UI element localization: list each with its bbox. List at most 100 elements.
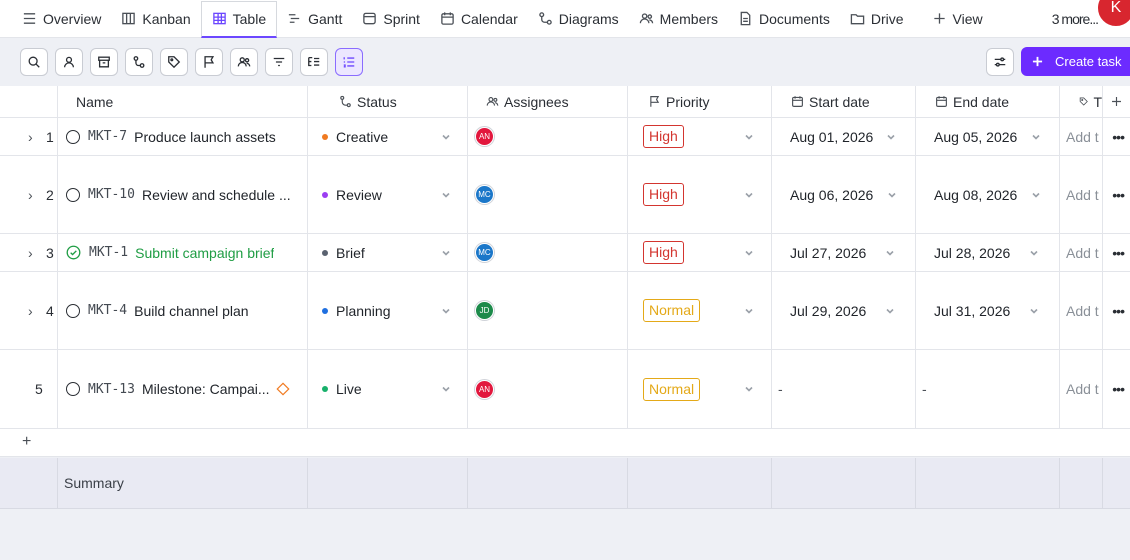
- end-date-cell[interactable]: Jul 31, 2026: [916, 272, 1060, 349]
- task-name[interactable]: Submit campaign brief: [135, 245, 274, 261]
- table-row[interactable]: › 2 MKT-10 Review and schedule ... Review…: [0, 156, 1130, 234]
- start-date-cell[interactable]: Aug 01, 2026: [772, 118, 916, 155]
- priority-cell[interactable]: Normal: [628, 350, 772, 428]
- more-options-icon[interactable]: •••: [1112, 303, 1125, 319]
- expand-icon[interactable]: ›: [28, 245, 33, 261]
- header-status[interactable]: Status: [308, 86, 468, 117]
- add-column-button[interactable]: [1103, 86, 1130, 117]
- avatar[interactable]: AN: [475, 379, 494, 399]
- more-options-icon[interactable]: •••: [1112, 245, 1125, 261]
- subtasks-button[interactable]: [300, 48, 328, 76]
- header-end-date[interactable]: End date: [916, 86, 1060, 117]
- check-circle-icon[interactable]: [66, 245, 81, 260]
- header-name[interactable]: Name: [58, 86, 308, 117]
- summary-cell[interactable]: [308, 458, 468, 508]
- avatar[interactable]: AN: [475, 127, 494, 146]
- search-button[interactable]: [20, 48, 48, 76]
- view-settings-button[interactable]: [986, 48, 1014, 76]
- create-task-button[interactable]: Create task: [1021, 47, 1130, 76]
- row-actions[interactable]: •••: [1103, 156, 1130, 233]
- tags-cell[interactable]: Add t: [1060, 234, 1103, 271]
- avatar[interactable]: MC: [475, 185, 494, 204]
- status-cell[interactable]: Planning: [308, 272, 468, 349]
- more-options-icon[interactable]: •••: [1112, 381, 1125, 397]
- summary-cell[interactable]: [468, 458, 628, 508]
- expand-icon[interactable]: ›: [28, 187, 33, 203]
- task-name[interactable]: Milestone: Campai...: [142, 381, 270, 397]
- assignees-cell[interactable]: AN: [468, 118, 628, 155]
- table-row[interactable]: › 4 MKT-4 Build channel plan Planning JD …: [0, 272, 1130, 350]
- tab-diagrams[interactable]: Diagrams: [528, 0, 629, 38]
- row-actions[interactable]: •••: [1103, 234, 1130, 271]
- archive-button[interactable]: [90, 48, 118, 76]
- assignees-cell[interactable]: JD: [468, 272, 628, 349]
- summary-cell[interactable]: [772, 458, 916, 508]
- tab-documents[interactable]: Documents: [728, 0, 840, 38]
- header-priority[interactable]: Priority: [628, 86, 772, 117]
- end-date-cell[interactable]: Aug 05, 2026: [916, 118, 1060, 155]
- assignees-cell[interactable]: MC: [468, 156, 628, 233]
- assignees-cell[interactable]: MC: [468, 234, 628, 271]
- filter-button[interactable]: [265, 48, 293, 76]
- task-name[interactable]: Produce launch assets: [134, 129, 276, 145]
- numbered-list-button[interactable]: [335, 48, 363, 76]
- start-date-cell[interactable]: Jul 27, 2026: [772, 234, 916, 271]
- task-name-cell[interactable]: MKT-10 Review and schedule ...: [58, 156, 308, 233]
- task-name-cell[interactable]: MKT-1 Submit campaign brief: [58, 234, 308, 271]
- row-actions[interactable]: •••: [1103, 118, 1130, 155]
- header-assignees[interactable]: Assignees: [468, 86, 628, 117]
- status-cell[interactable]: Brief: [308, 234, 468, 271]
- tags-button[interactable]: [160, 48, 188, 76]
- status-cell[interactable]: Creative: [308, 118, 468, 155]
- avatar[interactable]: JD: [475, 301, 494, 320]
- tags-cell[interactable]: Add t: [1060, 350, 1103, 428]
- tab-kanban[interactable]: Kanban: [111, 0, 200, 38]
- more-options-icon[interactable]: •••: [1112, 129, 1125, 145]
- priority-cell[interactable]: High: [628, 234, 772, 271]
- status-cell[interactable]: Live: [308, 350, 468, 428]
- task-name-cell[interactable]: MKT-4 Build channel plan: [58, 272, 308, 349]
- start-date-cell[interactable]: Jul 29, 2026: [772, 272, 916, 349]
- expand-icon[interactable]: ›: [28, 303, 33, 319]
- avatar[interactable]: MC: [475, 243, 494, 262]
- members-filter-button[interactable]: [230, 48, 258, 76]
- priority-cell[interactable]: High: [628, 118, 772, 155]
- end-date-cell[interactable]: Jul 28, 2026: [916, 234, 1060, 271]
- tags-cell[interactable]: Add t: [1060, 272, 1103, 349]
- task-name-cell[interactable]: MKT-7 Produce launch assets: [58, 118, 308, 155]
- tab-calendar[interactable]: Calendar: [430, 0, 528, 38]
- priority-filter-button[interactable]: [195, 48, 223, 76]
- tab-drive[interactable]: Drive: [840, 0, 914, 38]
- tab-table[interactable]: Table: [200, 0, 278, 38]
- tags-cell[interactable]: Add t: [1060, 156, 1103, 233]
- status-circle-icon[interactable]: [66, 129, 80, 144]
- table-row[interactable]: 5 MKT-13 Milestone: Campai... Live AN No…: [0, 350, 1130, 429]
- start-date-cell[interactable]: -: [772, 350, 916, 428]
- assignees-cell[interactable]: AN: [468, 350, 628, 428]
- end-date-cell[interactable]: Aug 08, 2026: [916, 156, 1060, 233]
- task-name-cell[interactable]: MKT-13 Milestone: Campai...: [58, 350, 308, 428]
- status-circle-icon[interactable]: [66, 303, 80, 318]
- dependencies-button[interactable]: [125, 48, 153, 76]
- tab-overview[interactable]: Overview: [0, 0, 111, 38]
- more-options-icon[interactable]: •••: [1112, 187, 1125, 203]
- table-row[interactable]: › 1 MKT-7 Produce launch assets Creative …: [0, 118, 1130, 156]
- status-circle-icon[interactable]: [66, 382, 80, 396]
- add-task-row[interactable]: +: [0, 429, 1130, 457]
- start-date-cell[interactable]: Aug 06, 2026: [772, 156, 916, 233]
- tab-sprint[interactable]: Sprint: [352, 0, 430, 38]
- add-view-button[interactable]: View: [922, 0, 993, 38]
- table-row[interactable]: › 3 MKT-1 Submit campaign brief Brief MC …: [0, 234, 1130, 272]
- tab-gantt[interactable]: Gantt: [277, 0, 352, 38]
- row-actions[interactable]: •••: [1103, 350, 1130, 428]
- end-date-cell[interactable]: -: [916, 350, 1060, 428]
- summary-cell[interactable]: [916, 458, 1060, 508]
- assignee-filter-button[interactable]: [55, 48, 83, 76]
- task-name[interactable]: Build channel plan: [134, 303, 248, 319]
- tags-cell[interactable]: Add t: [1060, 118, 1103, 155]
- tab-members[interactable]: Members: [629, 0, 728, 38]
- row-actions[interactable]: •••: [1103, 272, 1130, 349]
- summary-cell[interactable]: [1060, 458, 1103, 508]
- priority-cell[interactable]: High: [628, 156, 772, 233]
- expand-icon[interactable]: ›: [28, 129, 33, 145]
